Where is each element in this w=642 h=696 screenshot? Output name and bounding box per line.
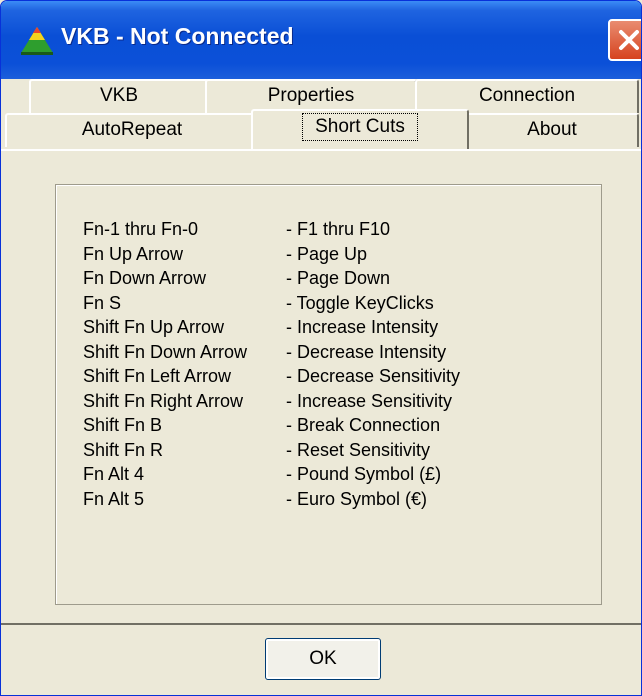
tab-short-cuts[interactable]: Short Cuts: [251, 109, 469, 149]
window-title: VKB - Not Connected: [61, 23, 294, 49]
shortcut-keys: Fn Alt 5: [83, 488, 145, 509]
shortcut-action: - Page Down: [286, 268, 391, 288]
tab-label: Short Cuts: [302, 113, 418, 141]
title-bar[interactable]: VKB - Not Connected: [1, 1, 641, 79]
ok-button[interactable]: OK: [265, 638, 381, 680]
shortcut-action: - Increase Intensity: [286, 317, 439, 337]
shortcut-keys: Fn S: [83, 292, 122, 313]
tab-label: VKB: [99, 85, 139, 106]
tab-label: AutoRepeat: [81, 119, 183, 140]
close-button[interactable]: [608, 19, 641, 61]
tab-label: Properties: [267, 85, 355, 106]
tab-about[interactable]: About: [465, 113, 639, 147]
shortcut-keys: Fn Down Arrow: [83, 268, 207, 288]
tab-label: About: [527, 119, 577, 140]
pyramid-icon: [21, 27, 53, 55]
shortcut-action: - Increase Sensitivity: [286, 390, 453, 411]
shortcut-keys: Shift Fn Down Arrow: [83, 341, 248, 362]
shortcut-action: - Euro Symbol (€): [286, 488, 428, 509]
shortcut-keys: Shift Fn Right Arrow: [83, 390, 244, 411]
shortcut-keys: Fn Alt 4: [83, 464, 145, 484]
shortcut-keys: Fn Up Arrow: [83, 243, 184, 264]
shortcut-action: - Page Up: [286, 243, 368, 264]
shortcut-action: - Decrease Intensity: [286, 341, 447, 362]
tab-vkb[interactable]: VKB: [29, 79, 209, 113]
tab-label: Connection: [478, 85, 576, 106]
shortcut-keys: Shift Fn Left Arrow: [83, 366, 232, 386]
app-window: VKB - Not Connected VKB Properties Conne…: [0, 0, 642, 696]
close-icon: [619, 30, 639, 50]
shortcut-keys: Shift Fn R: [83, 439, 164, 460]
shortcut-action: - Break Connection: [286, 415, 441, 435]
shortcut-action: - F1 thru F10: [286, 219, 391, 239]
shortcut-action: - Pound Symbol (£): [286, 464, 442, 484]
shortcut-action: - Decrease Sensitivity: [286, 366, 461, 386]
tab-autorepeat[interactable]: AutoRepeat: [5, 113, 259, 147]
shortcut-action: - Reset Sensitivity: [286, 439, 431, 460]
shortcut-action: - Toggle KeyClicks: [286, 292, 434, 313]
shortcut-keys: Fn-1 thru Fn-0: [83, 219, 199, 239]
tab-connection[interactable]: Connection: [415, 79, 639, 113]
shortcut-keys: Shift Fn Up Arrow: [83, 317, 225, 337]
shortcut-keys: Shift Fn B: [83, 415, 163, 435]
tab-properties[interactable]: Properties: [205, 79, 417, 113]
